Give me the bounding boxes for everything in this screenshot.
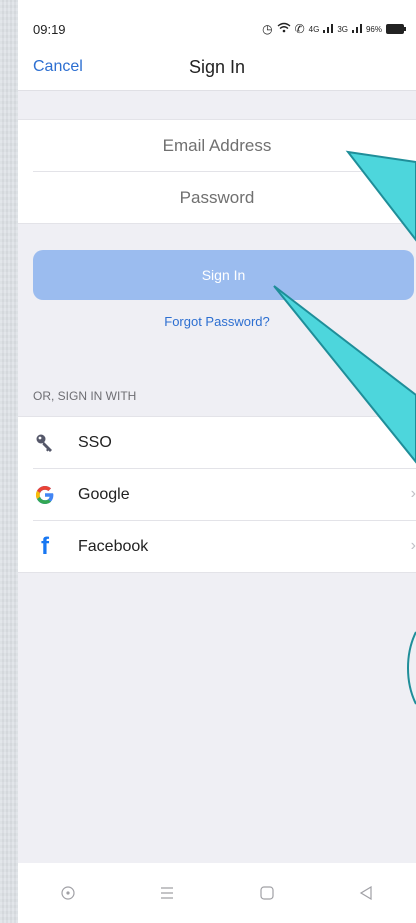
system-nav-bar [18,863,416,923]
chevron-right-icon: › [410,537,416,554]
home-icon[interactable] [247,878,287,908]
email-field[interactable] [18,134,416,157]
sso-label: SSO [78,433,112,451]
provider-list: SSO Google › f Facebook › [18,416,416,573]
status-icons: ◷ ✆ 4G 3G 96% [262,22,406,36]
call-icon: ✆ [294,22,305,36]
battery-icon [386,24,406,34]
status-time: 09:19 [33,22,66,37]
email-row [18,120,416,171]
google-option[interactable]: Google › [18,469,416,520]
battery-percent: 96% [365,24,382,34]
page-title: Sign In [188,57,246,77]
phone-screen: 09:19 ◷ ✆ 4G 3G 96% Cancel Sign In Email… [18,0,416,923]
password-row [18,172,416,223]
back-icon[interactable] [346,878,386,908]
wifi-icon [277,22,291,36]
menu-icon[interactable] [147,878,187,908]
chevron-right-icon: › [410,485,416,502]
facebook-option[interactable]: f Facebook › [18,521,416,572]
sso-option[interactable]: SSO [18,417,416,468]
google-icon [33,483,57,507]
google-label: Google [78,485,130,503]
assistant-icon[interactable] [48,878,88,908]
facebook-icon: f [41,532,49,560]
facebook-label: Facebook [78,537,149,555]
status-bar: 09:19 ◷ ✆ 4G 3G 96% [18,0,416,46]
password-field[interactable] [18,186,416,209]
network-2-label: 3G [337,24,348,34]
alt-signin-header: OR, SIGN IN WITH [33,389,137,403]
alarm-icon: ◷ [262,22,273,36]
forgot-password-link[interactable]: Forgot Password? [18,314,416,329]
credentials-form [18,119,416,224]
signal-1-icon [323,22,334,36]
signal-2-icon [351,22,362,36]
network-1-label: 4G [308,24,320,34]
sign-in-button[interactable]: Sign In [33,250,414,300]
key-icon [33,431,57,455]
nav-bar: Cancel Sign In [18,46,416,91]
